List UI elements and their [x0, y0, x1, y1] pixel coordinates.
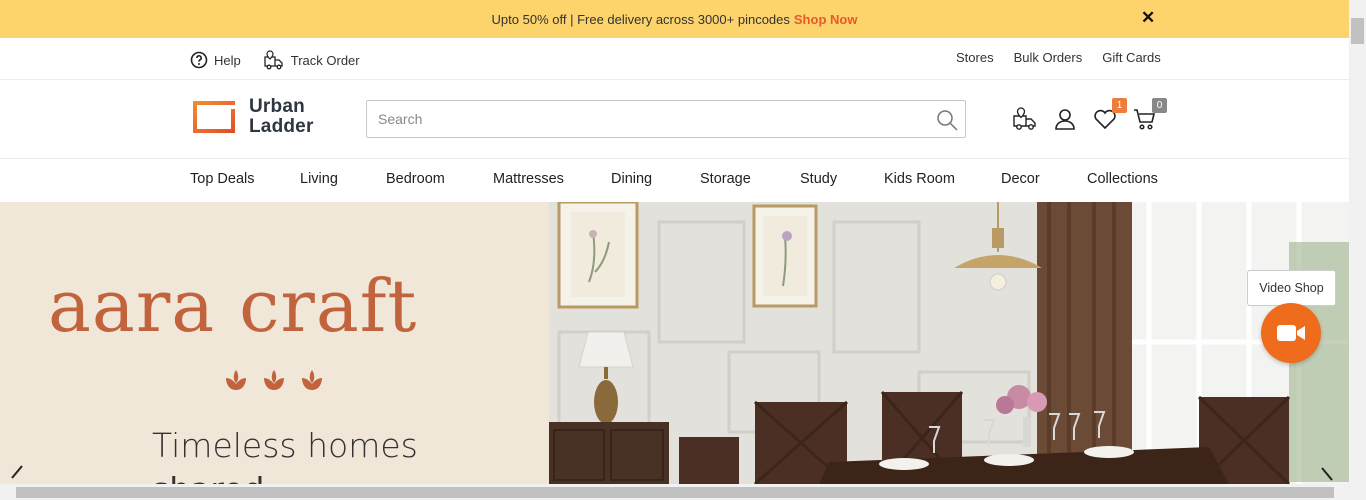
help-link[interactable]: Help: [190, 51, 241, 69]
hero-text-panel: aara craft Timeless homes shared: [0, 202, 549, 484]
carousel-prev-arrow-icon[interactable]: [0, 462, 36, 484]
store-locator-button[interactable]: [1012, 106, 1038, 132]
cart-count-badge: 0: [1152, 98, 1167, 113]
nav-kids-room[interactable]: Kids Room: [884, 171, 955, 187]
logo-text: Urban Ladder: [249, 97, 314, 137]
vertical-scroll-thumb[interactable]: [1351, 18, 1364, 44]
logo-mark-icon: [191, 99, 237, 135]
account-button[interactable]: [1052, 106, 1078, 132]
hero-subtitle: Timeless homes: [152, 426, 418, 465]
video-camera-icon: [1277, 325, 1305, 341]
video-shop-button[interactable]: [1261, 303, 1321, 363]
nav-collections[interactable]: Collections: [1087, 171, 1158, 187]
delivery-truck-icon: [1013, 107, 1036, 130]
wishlist-count-badge: 1: [1112, 98, 1127, 113]
track-order-link[interactable]: Track Order: [263, 49, 360, 71]
nav-living[interactable]: Living: [300, 171, 338, 187]
nav-decor[interactable]: Decor: [1001, 171, 1040, 187]
carousel-next-arrow-icon[interactable]: [1316, 464, 1338, 484]
hero-title: aara craft: [48, 264, 418, 348]
user-icon: [1055, 109, 1075, 130]
nav-study[interactable]: Study: [800, 171, 837, 187]
horizontal-scrollbar[interactable]: [0, 484, 1349, 500]
shop-now-link[interactable]: Shop Now: [794, 12, 858, 27]
delivery-truck-icon: [264, 50, 283, 70]
main-header: Urban Ladder Search 1 0: [0, 80, 1349, 159]
logo-line2: Ladder: [249, 116, 314, 137]
close-icon[interactable]: ✕: [1141, 9, 1157, 27]
video-shop-label[interactable]: Video Shop: [1247, 270, 1336, 306]
horizontal-scroll-thumb[interactable]: [16, 487, 1334, 498]
category-nav: Top Deals Living Bedroom Mattresses Dini…: [0, 159, 1349, 202]
nav-storage[interactable]: Storage: [700, 171, 751, 187]
search-icon[interactable]: [935, 108, 959, 132]
dining-room-photo: [549, 202, 1349, 484]
wishlist-button[interactable]: 1: [1092, 98, 1127, 132]
vertical-scrollbar[interactable]: [1349, 0, 1366, 500]
help-label: Help: [214, 52, 241, 68]
nav-bedroom[interactable]: Bedroom: [386, 171, 445, 187]
flower-motif-icon: [224, 368, 338, 392]
nav-dining[interactable]: Dining: [611, 171, 652, 187]
search-box: [366, 100, 966, 138]
logo[interactable]: Urban Ladder: [191, 97, 314, 137]
bulk-orders-link[interactable]: Bulk Orders: [1014, 50, 1083, 65]
nav-mattresses[interactable]: Mattresses: [493, 171, 564, 187]
nav-top-deals[interactable]: Top Deals: [190, 171, 254, 187]
promo-text: Upto 50% off | Free delivery across 3000…: [491, 11, 790, 27]
hero-banner[interactable]: aara craft Timeless homes shared: [0, 202, 1349, 484]
stores-link[interactable]: Stores: [956, 50, 994, 65]
utility-bar: Help Track Order Stores Bulk Orders Gift…: [0, 38, 1349, 80]
gift-cards-link[interactable]: Gift Cards: [1102, 50, 1161, 65]
logo-line1: Urban: [249, 96, 305, 117]
help-circle-icon: [190, 51, 208, 69]
promo-bar: Upto 50% off | Free delivery across 3000…: [0, 0, 1349, 38]
cart-button[interactable]: 0: [1132, 98, 1167, 132]
search-input[interactable]: [367, 101, 917, 137]
hero-subtitle-continued: shared: [152, 470, 264, 484]
track-order-label: Track Order: [290, 52, 360, 68]
